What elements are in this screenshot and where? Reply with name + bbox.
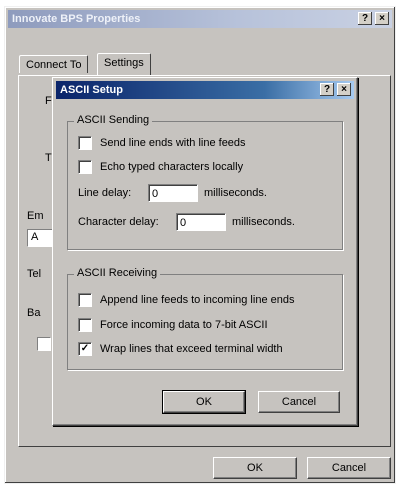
ascii-receiving-legend: ASCII Receiving bbox=[74, 267, 161, 279]
char-delay-input[interactable]: 0 bbox=[176, 213, 226, 231]
append-line-feeds-label: Append line feeds to incoming line ends bbox=[100, 294, 295, 306]
checkbox-box bbox=[78, 293, 92, 307]
check-mark-icon: ✓ bbox=[78, 342, 92, 356]
send-line-ends-label: Send line ends with line feeds bbox=[100, 137, 246, 149]
ascii-sending-legend: ASCII Sending bbox=[74, 114, 153, 126]
emulation-select-value: A bbox=[31, 231, 39, 243]
checkbox-box bbox=[78, 318, 92, 332]
cancel-button[interactable]: Cancel bbox=[258, 391, 340, 413]
ascii-setup-titlebar: ASCII Setup ? × bbox=[56, 81, 354, 99]
echo-typed-label: Echo typed characters locally bbox=[100, 161, 244, 173]
force-7bit-label: Force incoming data to 7-bit ASCII bbox=[100, 319, 268, 331]
partial-label-em: Em bbox=[27, 210, 44, 222]
line-delay-label: Line delay: bbox=[78, 187, 132, 199]
help-button[interactable]: ? bbox=[320, 83, 334, 96]
wrap-lines-label: Wrap lines that exceed terminal width bbox=[100, 343, 283, 355]
ok-button[interactable]: OK bbox=[213, 457, 297, 479]
tab-connect-to[interactable]: Connect To bbox=[19, 55, 89, 73]
help-button[interactable]: ? bbox=[358, 12, 372, 25]
partial-label-t: T bbox=[45, 152, 52, 164]
close-button[interactable]: × bbox=[375, 12, 389, 25]
properties-title: Innovate BPS Properties bbox=[12, 13, 141, 25]
ascii-setup-dialog: ASCII Setup ? × ASCII Sending Send line … bbox=[52, 77, 358, 426]
char-delay-label: Character delay: bbox=[78, 216, 159, 228]
properties-titlebar: Innovate BPS Properties ? × bbox=[8, 10, 392, 28]
line-delay-input[interactable]: 0 bbox=[148, 184, 198, 202]
ascii-receiving-group: ASCII Receiving Append line feeds to inc… bbox=[67, 267, 343, 370]
backscroll-checkbox[interactable] bbox=[37, 337, 51, 351]
tab-settings[interactable]: Settings bbox=[97, 53, 151, 75]
close-button[interactable]: × bbox=[337, 83, 351, 96]
partial-label-tel: Tel bbox=[27, 268, 42, 280]
ascii-setup-title: ASCII Setup bbox=[60, 84, 123, 96]
partial-label-ba: Ba bbox=[27, 307, 41, 319]
ok-button[interactable]: OK bbox=[162, 390, 246, 414]
cancel-button[interactable]: Cancel bbox=[307, 457, 391, 479]
checkbox-box bbox=[78, 136, 92, 150]
checkbox-box bbox=[78, 160, 92, 174]
partial-label-f: F bbox=[45, 95, 52, 107]
char-delay-unit: milliseconds. bbox=[232, 216, 295, 228]
line-delay-unit: milliseconds. bbox=[204, 187, 267, 199]
ascii-sending-group: ASCII Sending Send line ends with line f… bbox=[67, 114, 343, 250]
